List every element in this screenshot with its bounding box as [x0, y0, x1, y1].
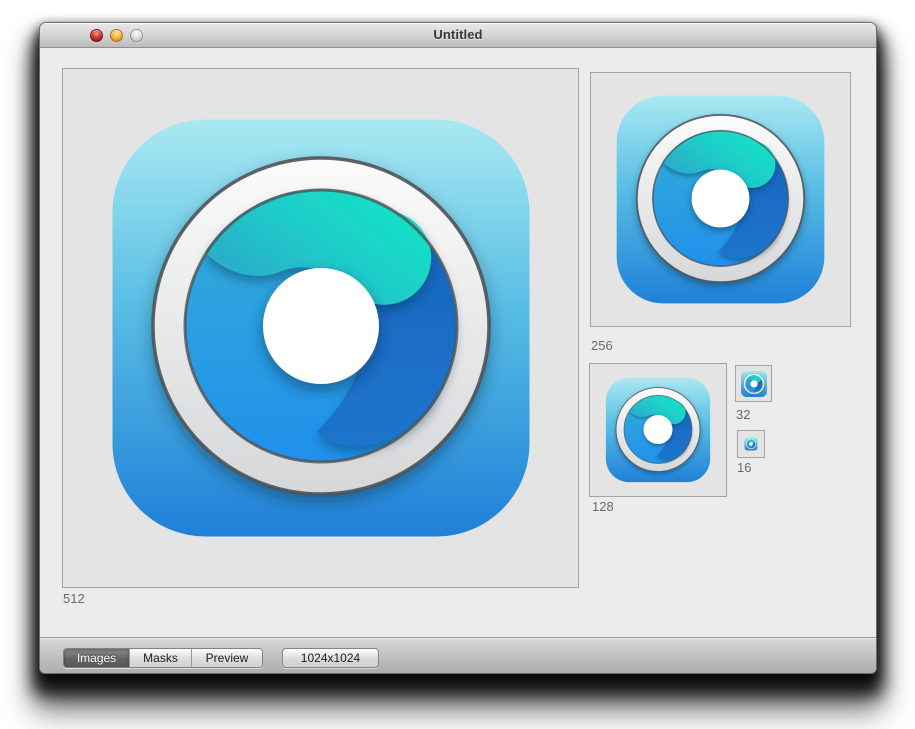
image-well-256[interactable] — [590, 72, 851, 327]
icon-preview-canvas: 512 256 128 32 16 — [40, 49, 876, 637]
size-label-512: 512 — [63, 591, 85, 606]
app-icon-32 — [738, 368, 770, 400]
segment-images[interactable]: Images — [64, 649, 130, 667]
size-label-16: 16 — [737, 460, 751, 475]
app-icon-16 — [743, 436, 759, 452]
app-icon-128 — [594, 366, 722, 494]
segment-masks[interactable]: Masks — [130, 649, 192, 667]
app-icon-256 — [593, 72, 848, 327]
bottom-toolbar: Images Masks Preview 1024x1024 — [40, 637, 876, 673]
size-label-128: 128 — [592, 499, 614, 514]
image-well-16[interactable] — [737, 430, 765, 458]
size-label-256: 256 — [591, 338, 613, 353]
document-window: Untitled 512 256 128 32 16 Images Masks … — [39, 22, 877, 674]
size-label-32: 32 — [736, 407, 750, 422]
image-well-128[interactable] — [589, 363, 727, 497]
size-1024-button[interactable]: 1024x1024 — [282, 648, 379, 668]
image-well-512[interactable] — [62, 68, 579, 588]
window-title: Untitled — [40, 27, 876, 42]
segment-preview[interactable]: Preview — [192, 649, 262, 667]
view-mode-segmented-control: Images Masks Preview — [63, 648, 263, 668]
image-well-32[interactable] — [735, 365, 772, 402]
titlebar[interactable]: Untitled — [40, 23, 876, 48]
app-icon-512 — [65, 72, 577, 584]
